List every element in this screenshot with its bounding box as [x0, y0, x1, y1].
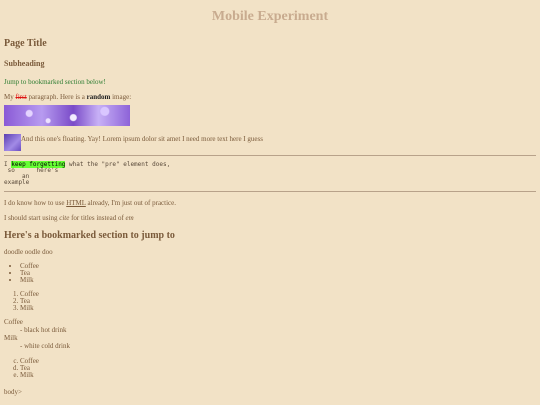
- floating-image: [4, 134, 21, 151]
- para1-text-middle: paragraph. Here is a: [26, 93, 87, 101]
- first-paragraph: My first paragraph. Here is a random ima…: [4, 93, 536, 101]
- pre-rest: what the "pre" element does,: [65, 161, 171, 168]
- list-item: Tea: [20, 365, 536, 372]
- floating-section: And this one's floating. Yay! Lorem ipsu…: [4, 134, 536, 151]
- definition-term: Coffee: [4, 318, 23, 326]
- list-item: Coffee: [20, 263, 536, 270]
- para3-text-middle: for titles instead of: [69, 214, 126, 222]
- jump-link[interactable]: Jump to bookmarked section below!: [4, 78, 536, 86]
- page: Mobile Experiment Page Title Subheading …: [0, 0, 540, 396]
- floating-text: And this one's floating. Yay! Lorem ipsu…: [21, 135, 263, 143]
- lettered-list: Coffee Tea Milk: [4, 358, 536, 379]
- subheading: Subheading: [4, 59, 45, 68]
- definition-desc: - black hot drink: [20, 326, 67, 334]
- list-item: Coffee: [20, 291, 536, 298]
- bookmarked-section-title: Here's a bookmarked section to jump to: [4, 230, 175, 241]
- list-item: Tea: [20, 298, 536, 305]
- list-item: Milk: [20, 277, 536, 284]
- para1-text: My: [4, 93, 16, 101]
- definition-desc: - white cold drink: [20, 342, 70, 350]
- html-paragraph: I do know how to use HTML already, I'm j…: [4, 199, 536, 207]
- definition-list: Coffee - black hot drink Milk - white co…: [4, 319, 536, 351]
- pre-line: example: [4, 179, 30, 186]
- pre-block: I keep forgetting what the "pre" element…: [4, 161, 536, 186]
- bold-word: random: [86, 93, 111, 101]
- em-word: em: [125, 214, 134, 222]
- para2-text: I do know how to use: [4, 199, 67, 207]
- site-title: Mobile Experiment: [211, 9, 329, 24]
- html-abbr: HTML: [66, 199, 86, 207]
- divider: [4, 155, 536, 156]
- divider: [4, 191, 536, 192]
- list-item: Coffee: [20, 358, 536, 365]
- list-item: Tea: [20, 270, 536, 277]
- struck-word: first: [15, 93, 27, 101]
- cite-word: cite: [59, 214, 70, 222]
- doodle-text: doodle oodle doo: [4, 248, 53, 256]
- para3-text: I should start using: [4, 214, 60, 222]
- list-item: Milk: [20, 305, 536, 312]
- random-image: [4, 105, 130, 126]
- para1-text-end: image:: [110, 93, 132, 101]
- definition-term: Milk: [4, 334, 18, 342]
- trailing-text: body>: [4, 388, 22, 396]
- unordered-list: Coffee Tea Milk: [4, 263, 536, 284]
- cite-paragraph: I should start using cite for titles ins…: [4, 214, 536, 222]
- ordered-list: Coffee Tea Milk: [4, 291, 536, 312]
- para2-text-end: already, I'm just out of practice.: [85, 199, 177, 207]
- list-item: Milk: [20, 372, 536, 379]
- page-title: Page Title: [4, 38, 47, 49]
